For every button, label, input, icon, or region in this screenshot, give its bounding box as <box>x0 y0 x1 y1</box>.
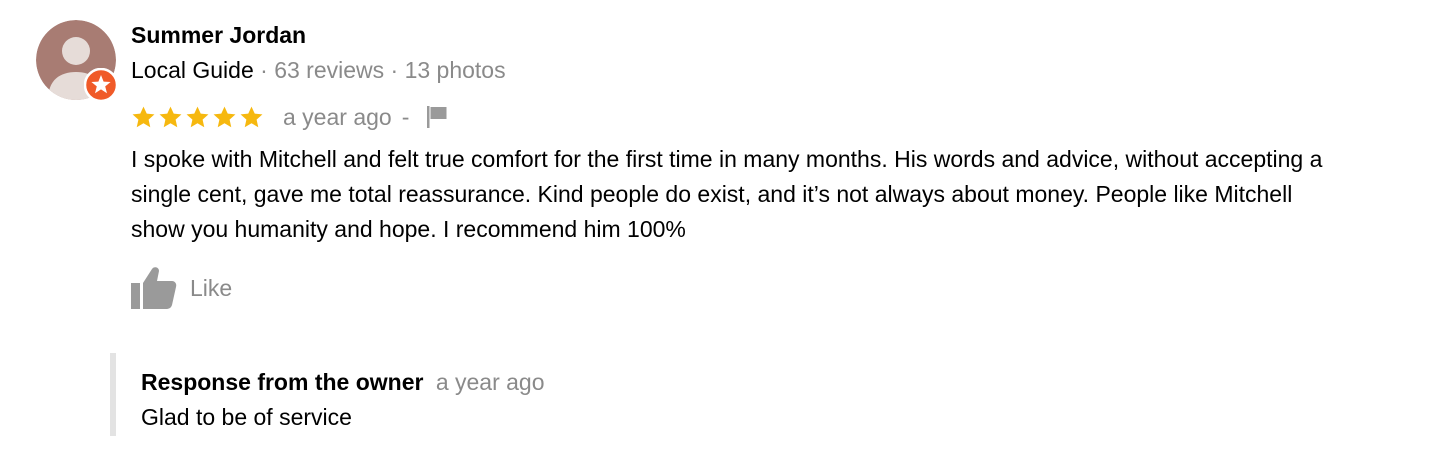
reviewer-avatar[interactable] <box>36 20 118 102</box>
local-guide-label: Local Guide <box>131 57 254 83</box>
owner-response-time: a year ago <box>435 369 545 395</box>
like-label: Like <box>190 274 233 301</box>
like-button[interactable]: Like <box>131 266 232 310</box>
owner-response-title: Response from the owner <box>141 369 424 395</box>
local-guide-star-icon <box>84 68 118 102</box>
reviews-count: · 63 reviews <box>260 57 385 83</box>
star-icon <box>159 106 182 127</box>
owner-response-header: Response from the owner a year ago <box>141 368 545 396</box>
reviewer-meta: Local Guide · 63 reviews · 13 photos <box>131 56 506 84</box>
separator: - <box>401 103 410 130</box>
star-icon <box>186 106 209 127</box>
star-icon <box>240 106 263 127</box>
star-icon <box>213 106 236 127</box>
rating-row: a year ago - <box>131 102 449 132</box>
star-rating <box>131 105 271 130</box>
owner-response-text: Glad to be of service <box>141 404 352 430</box>
thumbs-up-icon <box>131 267 177 309</box>
owner-response: Response from the owner a year ago Glad … <box>110 353 716 436</box>
photos-count: · 13 photos <box>390 57 506 83</box>
review-text: I spoke with Mitchell and felt true comf… <box>131 146 1323 242</box>
star-icon <box>132 106 155 127</box>
flag-icon[interactable] <box>425 105 449 129</box>
reviewer-name[interactable]: Summer Jordan <box>131 21 306 49</box>
review-time: a year ago <box>283 103 392 130</box>
